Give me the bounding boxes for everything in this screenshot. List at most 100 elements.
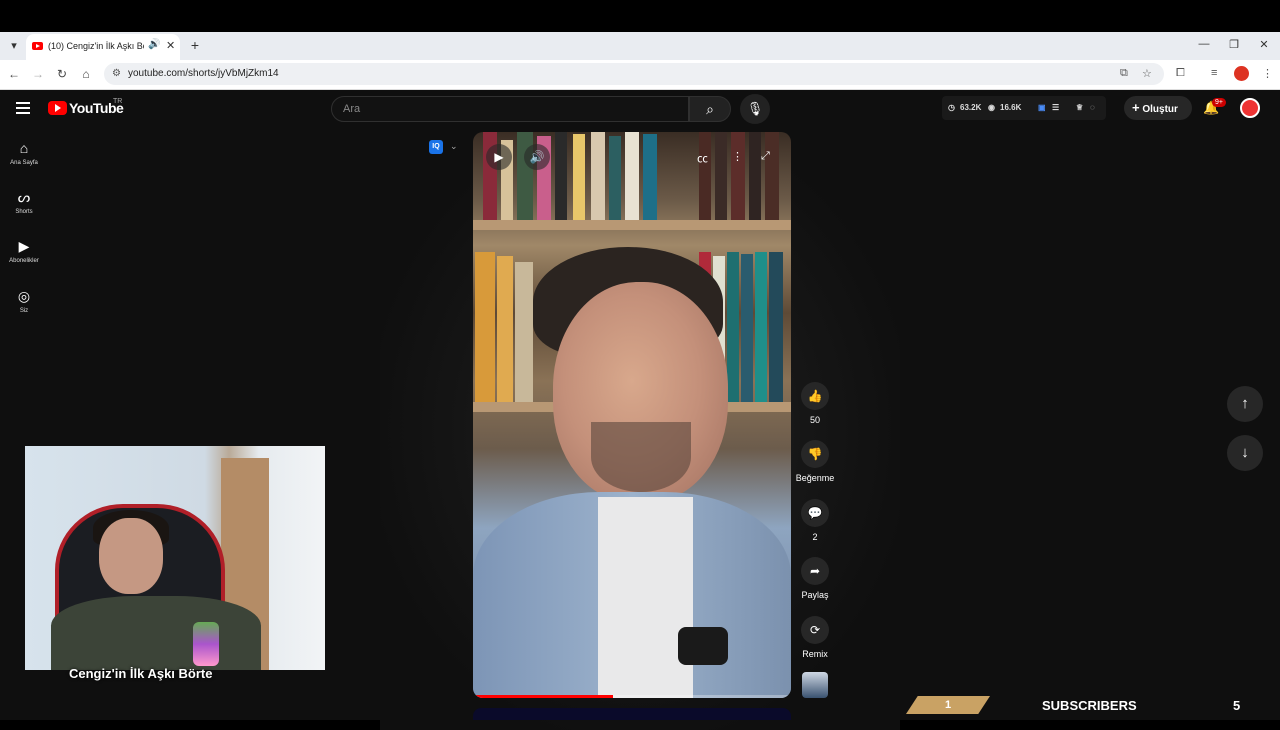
comment-icon[interactable]: 💬	[801, 499, 829, 527]
list-icon[interactable]: ☰	[1052, 103, 1059, 112]
comment-count: 2	[812, 532, 818, 542]
reload-icon[interactable]: ↻	[54, 67, 70, 81]
sidebar-item-subscriptions[interactable]: ▶ Abonelikler	[0, 238, 48, 264]
site-info-icon[interactable]: ⚙	[112, 68, 121, 79]
account-avatar[interactable]	[1240, 98, 1260, 118]
create-button[interactable]: + Oluştur	[1124, 96, 1192, 120]
subscriber-goal: 5	[1233, 698, 1241, 713]
trophy-icon[interactable]: ♕	[1076, 103, 1083, 112]
share-action[interactable]: ➦ Paylaş	[795, 557, 835, 600]
thumbs-down-icon[interactable]: 👎	[801, 440, 829, 468]
progress-fill	[473, 695, 613, 698]
subscriber-current: 1	[906, 696, 990, 714]
lapel-microphone	[678, 627, 728, 665]
youtube-page: YouTube TR Ara ⌕ 🎙 ◷ 63.2K ◉ 16.6K ▣ ☰ ♕…	[0, 90, 1280, 730]
microphone-icon: 🎙	[746, 101, 764, 116]
share-label: Paylaş	[801, 590, 829, 600]
dislike-action[interactable]: 👎 Beğenme	[795, 440, 835, 483]
dislike-label: Beğenme	[795, 473, 835, 483]
youtube-favicon-icon	[32, 42, 43, 50]
shorts-video-player[interactable]: ▶ 🔊 ㏄ ⋮ ⤢	[473, 132, 791, 698]
notification-badge: 9+	[1212, 98, 1226, 107]
like-count: 50	[809, 415, 820, 425]
browser-toolbar: ← → ↻ ⌂ ⚙ youtube.com/shorts/jyVbMjZkm14…	[0, 60, 1280, 90]
arrow-up-icon: ↑	[1241, 395, 1249, 412]
play-icon: ▶	[494, 150, 504, 164]
install-app-icon[interactable]: ⧉	[1120, 67, 1128, 80]
stat-views: 16.6K	[1000, 103, 1022, 112]
eye-icon: ◉	[988, 103, 995, 112]
captions-icon[interactable]: ㏄	[697, 150, 708, 166]
extensions-icon[interactable]: ⧠	[1176, 67, 1185, 80]
home-icon[interactable]: ⌂	[78, 67, 94, 81]
like-action[interactable]: 👍 50	[795, 382, 835, 425]
remix-icon[interactable]: ⟳	[801, 616, 829, 644]
arrow-down-icon: ↓	[1241, 444, 1249, 461]
remix-action[interactable]: ⟳ Remix	[795, 616, 835, 659]
more-options-icon[interactable]: ⋮	[732, 150, 743, 163]
fullscreen-icon[interactable]: ⤢	[761, 150, 770, 163]
video-caption-title: Cengiz'in İlk Aşkı Börte	[69, 666, 213, 681]
back-icon[interactable]: ←	[6, 67, 22, 81]
channel-avatar[interactable]	[802, 672, 828, 698]
window-close-button[interactable]: ✕	[1256, 38, 1272, 51]
thumbs-up-icon[interactable]: 👍	[801, 382, 829, 410]
youtube-logo-icon[interactable]	[48, 101, 67, 115]
bookmark-star-icon[interactable]: ☆	[1142, 67, 1152, 80]
menu-icon[interactable]	[16, 102, 30, 114]
top-black-bar	[0, 0, 1280, 32]
iq-extension-icon[interactable]: IQ	[429, 140, 443, 154]
sidebar-item-label: Ana Sayfa	[10, 160, 38, 166]
home-icon: ⌂	[19, 140, 29, 156]
audio-playing-icon[interactable]: 🔊	[148, 39, 160, 50]
minimize-button[interactable]: —	[1196, 38, 1212, 50]
streamer-body	[51, 596, 261, 670]
voice-search-button[interactable]: 🎙	[740, 94, 770, 124]
address-bar[interactable]: ⚙ youtube.com/shorts/jyVbMjZkm14 ⧉ ☆	[104, 63, 1164, 85]
sidebar-item-label: Abonelikler	[9, 258, 39, 264]
browser-profile-avatar[interactable]	[1234, 66, 1249, 81]
create-label: Oluştur	[1142, 104, 1178, 115]
url-text[interactable]: youtube.com/shorts/jyVbMjZkm14	[128, 68, 279, 79]
extension-stats[interactable]: ◷ 63.2K ◉ 16.6K ▣ ☰ ♕ ◌	[942, 96, 1106, 120]
search-input[interactable]: Ara	[331, 96, 689, 122]
iq-icon[interactable]: ▣	[1038, 103, 1046, 112]
play-button[interactable]: ▶	[486, 144, 512, 170]
person-beard	[591, 422, 691, 492]
comment-action[interactable]: 💬 2	[795, 499, 835, 542]
previous-short-button[interactable]: ↑	[1227, 386, 1263, 422]
search-button[interactable]: ⌕	[689, 96, 731, 122]
webcam-overlay	[25, 446, 325, 670]
plus-icon: +	[1132, 100, 1140, 115]
tab-close-icon[interactable]: ✕	[166, 39, 175, 52]
new-tab-button[interactable]: +	[186, 36, 204, 54]
chat-icon[interactable]: ◌	[1090, 103, 1095, 112]
browser-menu-icon[interactable]: ⋮	[1262, 67, 1273, 80]
browser-tab[interactable]: (10) Cengiz'in İlk Aşkı Börte 🔊 ✕	[26, 34, 180, 60]
share-icon[interactable]: ➦	[801, 557, 829, 585]
shelf	[473, 220, 791, 230]
volume-button[interactable]: 🔊	[524, 144, 550, 170]
forward-icon[interactable]: →	[30, 67, 46, 81]
search-placeholder: Ara	[343, 103, 361, 115]
rgb-lamp	[193, 622, 219, 666]
next-short-button[interactable]: ↓	[1227, 435, 1263, 471]
country-code: TR	[113, 98, 123, 105]
media-queue-icon[interactable]: ≡	[1211, 67, 1217, 79]
remix-label: Remix	[802, 649, 828, 659]
tab-title: (10) Cengiz'in İlk Aşkı Börte	[48, 41, 144, 51]
subscriptions-icon: ▶	[18, 238, 30, 254]
sidebar-item-label: Shorts	[15, 209, 33, 215]
chevron-down-icon[interactable]: ⌄	[450, 141, 458, 152]
restore-button[interactable]: ❐	[1226, 38, 1242, 51]
volume-icon: 🔊	[529, 150, 545, 164]
sidebar-item-home[interactable]: ⌂ Ana Sayfa	[0, 140, 48, 166]
stat-watch-time: 63.2K	[960, 103, 982, 112]
tab-search-chevron-icon[interactable]: ▾	[6, 38, 22, 54]
subscriber-label: SUBSCRIBERS	[1042, 698, 1137, 713]
search-icon: ⌕	[706, 101, 714, 117]
progress-bar[interactable]	[473, 695, 791, 698]
sidebar-item-you[interactable]: ◎ Siz	[0, 288, 48, 314]
sidebar-item-shorts[interactable]: ᔕ Shorts	[0, 189, 48, 215]
subscriber-goal-bar: 1 SUBSCRIBERS 5	[906, 696, 1280, 720]
